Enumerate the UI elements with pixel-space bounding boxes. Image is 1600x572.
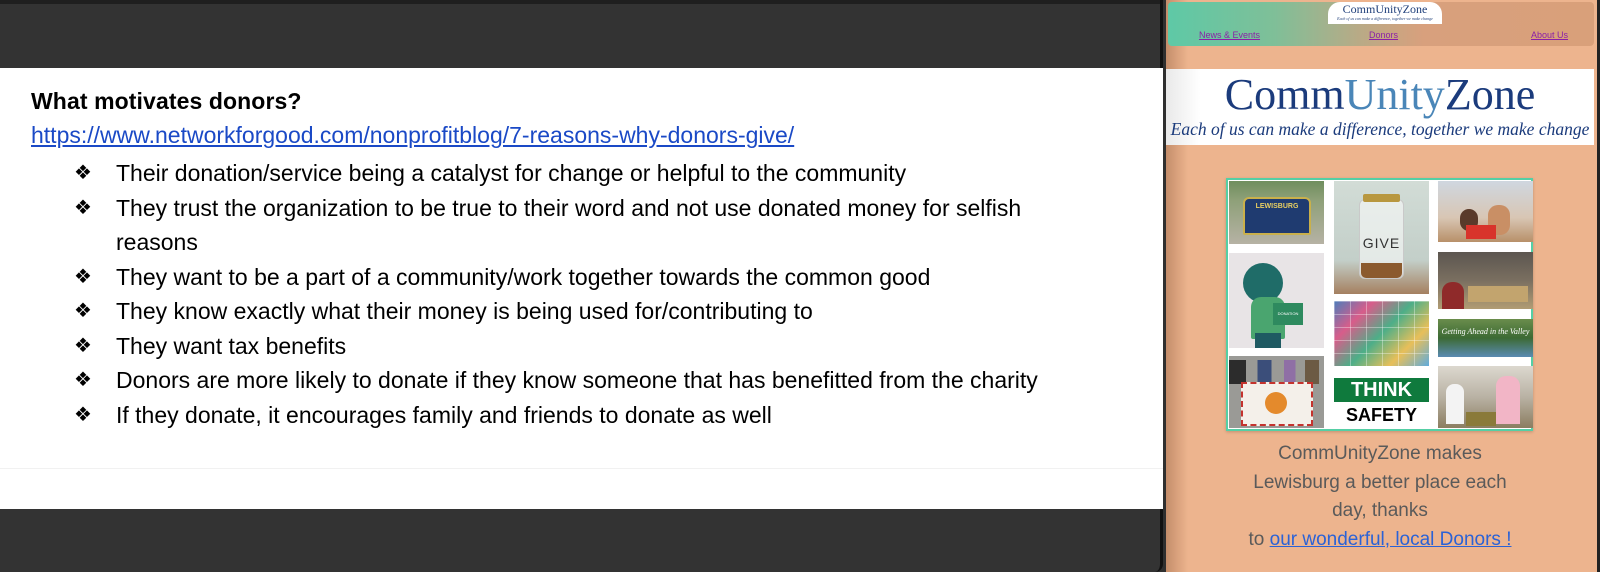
- give-label: GIVE: [1362, 235, 1401, 251]
- presentation-pane: What motivates donors? https://www.netwo…: [0, 0, 1163, 572]
- donation-box: DONATION: [1273, 303, 1303, 325]
- diamond-bullet-icon: ❖: [74, 265, 92, 288]
- bullet-item: ❖ They want tax benefits: [74, 329, 1074, 364]
- header-logo-tagline: Each of us can make a difference, togeth…: [1337, 16, 1433, 21]
- donation-illustration: DONATION: [1229, 253, 1324, 348]
- site-banner: CommUnityZone Each of us can make a diff…: [1166, 69, 1594, 145]
- bullet-text: They want to be a part of a community/wo…: [116, 263, 931, 290]
- diamond-bullet-icon: ❖: [74, 334, 92, 357]
- header-logo-title: CommUnityZone: [1342, 2, 1428, 16]
- give-jar-photo: GIVE: [1334, 181, 1429, 294]
- bullet-text: If they donate, it encourages family and…: [116, 401, 772, 428]
- banner-title-zone: Zone: [1444, 70, 1536, 119]
- safety-label: SAFETY: [1345, 405, 1417, 425]
- bullet-text: They want tax benefits: [116, 332, 347, 359]
- diamond-bullet-icon: ❖: [74, 196, 92, 219]
- banner-title: CommUnityZone: [1166, 71, 1594, 119]
- screen: What motivates donors? https://www.netwo…: [0, 0, 1600, 572]
- lewisburg-sign-photo: LEWISBURG: [1229, 181, 1324, 244]
- message-line: to our wonderful, local Donors !: [1166, 526, 1594, 555]
- slide-title: What motivates donors?: [31, 88, 302, 114]
- bullet-text: They know exactly what their money is be…: [116, 298, 813, 324]
- toy-barn: [1466, 225, 1496, 239]
- bullet-item: ❖ They trust the organization to be true …: [74, 191, 1074, 260]
- community-kitchen-photo: [1438, 366, 1533, 428]
- nav-about-us[interactable]: About Us: [1531, 30, 1568, 40]
- community-collage-photo: [1334, 301, 1429, 366]
- jar-lid: [1363, 194, 1400, 202]
- sunflower-shape: [1265, 392, 1287, 414]
- slide-footer-area: [0, 468, 1163, 509]
- bullet-list: ❖ Their donation/service being a catalyst…: [74, 156, 1074, 432]
- bullet-item: ❖ Donors are more likely to donate if the…: [74, 363, 1074, 398]
- volunteer-figure: [1496, 376, 1520, 424]
- diamond-bullet-icon: ❖: [74, 162, 92, 184]
- childrens-museum-photo: [1438, 181, 1533, 242]
- bullet-item: ❖ They want to be a part of a community/w…: [74, 260, 1074, 295]
- diamond-bullet-icon: ❖: [74, 369, 92, 391]
- bullet-text: Their donation/service being a catalyst …: [116, 160, 907, 186]
- message-line: CommUnityZone makes: [1278, 443, 1482, 464]
- healthy-soil-quilt-photo: [1229, 356, 1324, 428]
- bullet-item: ❖ They know exactly what their money is b…: [74, 294, 1074, 329]
- historic-marker-sign: LEWISBURG: [1243, 197, 1311, 235]
- message-line: Lewisburg a better place each: [1253, 471, 1507, 493]
- window-top-edge: [0, 0, 1160, 4]
- diamond-bullet-icon: ❖: [74, 403, 92, 426]
- bullet-text: They trust the organization to be true t…: [116, 194, 1022, 256]
- food-pan: [1466, 412, 1496, 426]
- banner-tagline: Each of us can make a difference, togeth…: [1170, 119, 1590, 139]
- getting-ahead-valley-photo: Getting Ahead in the Valley: [1438, 319, 1533, 357]
- person-figure: [1442, 282, 1464, 309]
- bullet-text: Donors are more likely to donate if they…: [116, 367, 1038, 393]
- think-safety-sign: THINK SAFETY: [1334, 376, 1429, 428]
- people-row: [1229, 360, 1324, 384]
- nav-news-events[interactable]: News & Events: [1199, 30, 1260, 40]
- bullet-item: ❖ If they donate, it encourages family an…: [74, 398, 1074, 433]
- banner-title-unity: Unity: [1344, 70, 1445, 119]
- coins-shape: [1361, 263, 1402, 278]
- local-donors-link[interactable]: our wonderful, local Donors !: [1270, 529, 1512, 550]
- donor-thanks-message: CommUnityZone makes Lewisburg a better p…: [1166, 440, 1594, 554]
- message-line: day, thanks: [1332, 500, 1428, 521]
- website-pane: CommUnityZone Each of us can make a diff…: [1166, 0, 1600, 572]
- site-header: CommUnityZone Each of us can make a diff…: [1168, 2, 1594, 46]
- photo-grid-overlay: [1334, 301, 1429, 366]
- slide: What motivates donors? https://www.netwo…: [0, 68, 1163, 509]
- message-prefix: to: [1248, 528, 1270, 550]
- think-label: THINK: [1334, 378, 1429, 402]
- valley-caption: Getting Ahead in the Valley: [1441, 327, 1530, 336]
- photo-collage: LEWISBURG GIVE DONATION Getting Ahead in…: [1226, 178, 1533, 431]
- bullet-item: ❖ Their donation/service being a catalyst…: [74, 156, 1074, 191]
- diamond-bullet-icon: ❖: [74, 300, 92, 322]
- volunteer-figure: [1446, 384, 1464, 424]
- banner-title-comm: Comm: [1224, 70, 1345, 119]
- figure-legs: [1255, 333, 1281, 348]
- community-dinner-photo: [1438, 252, 1533, 309]
- source-link[interactable]: https://www.networkforgood.com/nonprofit…: [31, 122, 794, 149]
- header-logo[interactable]: CommUnityZone Each of us can make a diff…: [1328, 2, 1442, 24]
- nav-donors[interactable]: Donors: [1369, 30, 1398, 40]
- food-tray: [1468, 286, 1528, 302]
